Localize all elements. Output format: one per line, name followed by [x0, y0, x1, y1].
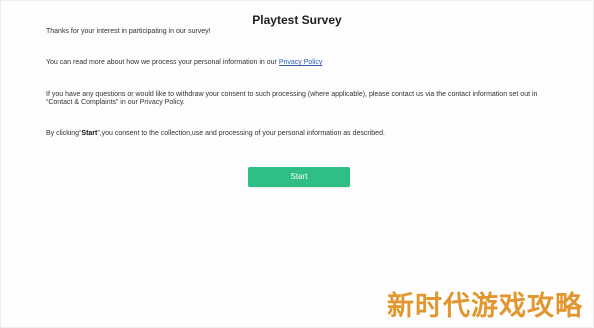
privacy-prefix-text: You can read more about how we process y…	[46, 59, 279, 66]
start-button[interactable]: Start	[248, 167, 350, 187]
withdraw-line-2: “Contact & Complaints” in our Privacy Po…	[46, 99, 185, 107]
privacy-policy-link[interactable]: Privacy Policy	[279, 59, 323, 66]
consent-paragraph: By clicking“Start”,you consent to the co…	[46, 130, 566, 138]
consent-suffix-text: ”,you consent to the collection,use and …	[97, 130, 385, 137]
consent-prefix-text: By clicking“	[46, 130, 82, 137]
survey-page: Playtest Survey Thanks for your interest…	[0, 0, 594, 328]
watermark-text: 新时代游戏攻略	[387, 291, 583, 322]
page-title: Playtest Survey	[252, 13, 342, 27]
consent-start-bold: Start	[81, 130, 98, 137]
privacy-paragraph: You can read more about how we process y…	[46, 59, 566, 67]
intro-text: Thanks for your interest in participatin…	[46, 28, 211, 35]
withdraw-paragraph: If you have any questions or would like …	[46, 91, 566, 108]
withdraw-line-1: If you have any questions or would like …	[46, 91, 538, 98]
